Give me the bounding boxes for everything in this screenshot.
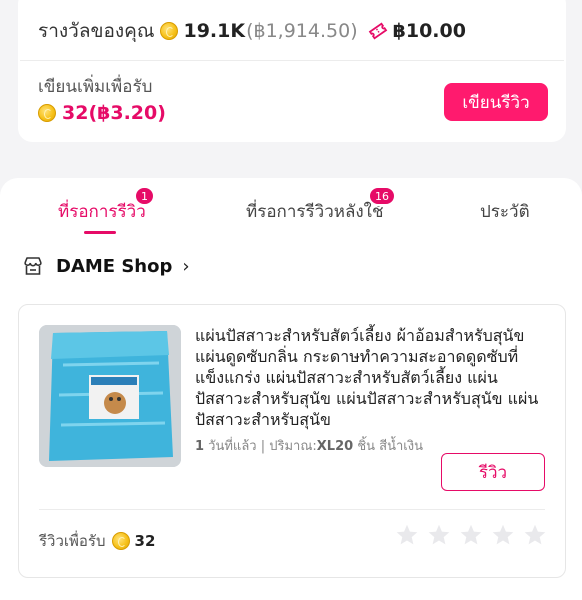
tab-history[interactable]: ประวัติ [480,198,530,225]
tab-label: ที่รอการรีวิวหลังใช้ [246,202,384,222]
review-button[interactable]: รีวิว [441,453,545,491]
write-more-earn-value: 32(฿3.20) [62,102,166,124]
review-earn-points: 32 [134,532,156,550]
review-earn-label: รีวิวเพื่อรับ [39,532,106,550]
star-icon[interactable] [491,523,515,547]
tab-active-indicator [84,231,116,234]
write-more-box: เขียนเพิ่มเพื่อรับ 32(฿3.20) เขียนรีวิว [20,60,564,142]
star-icon[interactable] [459,523,483,547]
product-card: แผ่นปัสสาวะสำหรับสัตว์เลี้ยง ผ้าอ้อมสำหร… [18,304,566,578]
reward-coins-baht: (฿1,914.50) [246,20,358,42]
product-name: แผ่นปัสสาวะสำหรับสัตว์เลี้ยง ผ้าอ้อมสำหร… [195,326,539,429]
voucher-icon [368,22,387,40]
meta-tail: ชิ้น สีน้ำเงิน [353,439,423,454]
store-icon [24,257,42,275]
reward-label: รางวัลของคุณ [38,20,155,42]
chevron-right-icon: › [182,255,190,277]
star-icon[interactable] [427,523,451,547]
star-icon[interactable] [523,523,547,547]
tab-pending-after-use[interactable]: ที่รอการรีวิวหลังใช้ [246,198,384,225]
product-meta: 1 วันที่แล้ว | ปริมาณ:XL20 ชิ้น สีน้ำเงิ… [195,435,423,456]
divider [39,509,545,510]
review-earn-row: รีวิวเพื่อรับ 32 [39,529,155,553]
reward-summary: รางวัลของคุณ 19.1K (฿1,914.50) ฿10.00 [38,16,466,46]
shop-link[interactable]: DAME Shop › [22,254,190,278]
coin-icon [111,532,130,550]
reward-coins: 19.1K [183,20,246,42]
pending-after-use-badge: 16 [368,186,396,206]
coin-icon [160,22,179,40]
write-more-label: เขียนเพิ่มเพื่อรับ [38,77,153,97]
voucher-value: ฿10.00 [392,20,466,42]
tab-label: ที่รอการรีวิว [58,202,146,222]
reward-card: รางวัลของคุณ 19.1K (฿1,914.50) ฿10.00 เข… [18,0,566,142]
reviews-sheet: ที่รอการรีวิว 1 ที่รอการรีวิวหลังใช้ 16 … [0,178,582,600]
shop-name: DAME Shop [56,255,173,277]
tab-pending-review[interactable]: ที่รอการรีวิว [58,198,146,225]
review-tabs: ที่รอการรีวิว 1 ที่รอการรีวิวหลังใช้ 16 … [0,178,582,240]
meta-variant: XL20 [316,439,354,454]
star-rating[interactable] [395,523,547,547]
product-image [39,325,181,467]
tab-label: ประวัติ [480,202,530,222]
meta-text: วันที่แล้ว | ปริมาณ: [204,439,317,454]
write-review-button[interactable]: เขียนรีวิว [444,83,548,121]
star-icon[interactable] [395,523,419,547]
product-thumbnail[interactable] [39,325,181,467]
write-more-earn: 32(฿3.20) [38,102,166,124]
meta-count: 1 [195,439,205,454]
pending-review-badge: 1 [134,186,155,206]
coin-icon [38,104,56,122]
